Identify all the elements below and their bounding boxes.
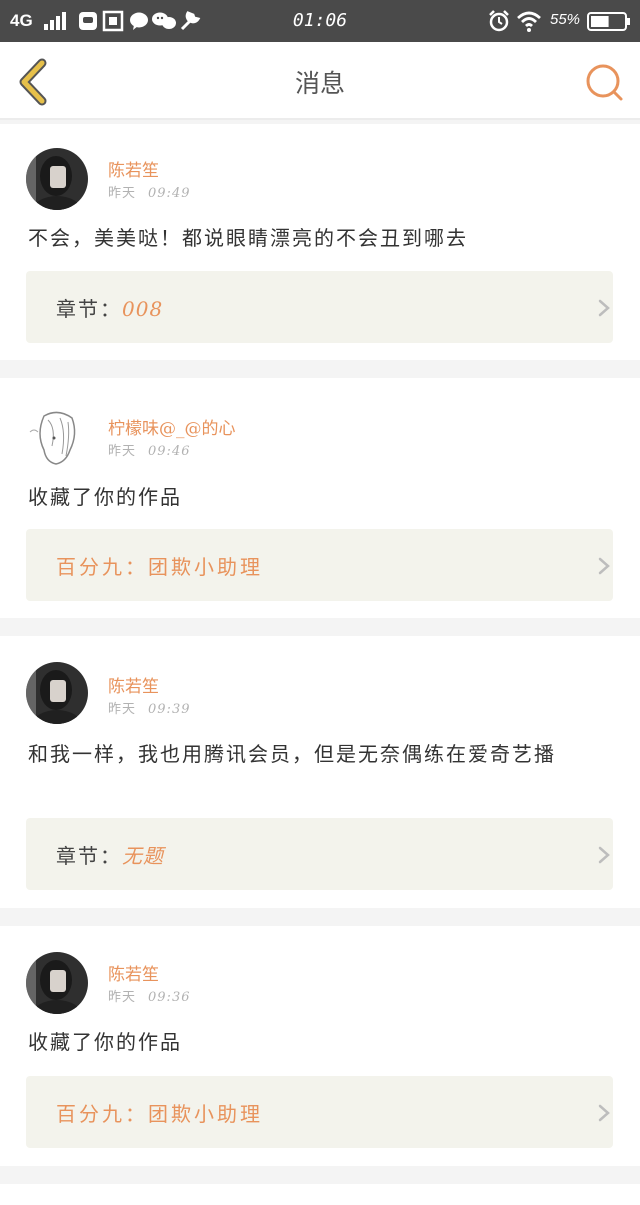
chapter-label-text: 章节： <box>56 844 122 868</box>
work-title: 百分九：团欺小助理 <box>56 555 263 579</box>
message-day: 昨天 <box>108 186 137 201</box>
chapter-link[interactable]: 章节：无题 <box>26 818 613 890</box>
divider <box>0 1166 640 1184</box>
battery-icon <box>587 12 630 31</box>
username[interactable]: 陈若笙 <box>108 672 159 697</box>
chapter-label: 章节：无题 <box>56 840 164 869</box>
message-time: 09:49 <box>148 186 191 201</box>
work-link[interactable]: 百分九：团欺小助理 <box>26 1076 613 1148</box>
message-time: 09:39 <box>148 702 191 717</box>
avatar[interactable] <box>26 662 88 724</box>
back-arrow-icon[interactable] <box>16 58 50 106</box>
chapter-value: 无题 <box>122 844 164 868</box>
username[interactable]: 柠檬味@_@的心 <box>108 414 236 439</box>
clock-time: 01:06 <box>292 10 348 31</box>
message-timestamp: 昨天 09:39 <box>108 698 190 717</box>
message-card: 柠檬味@_@的心 昨天 09:46 收藏了你的作品 百分九：团欺小助理 <box>0 378 640 618</box>
page-title: 消息 <box>294 69 345 98</box>
chevron-right-icon <box>598 846 610 864</box>
message-timestamp: 昨天 09:46 <box>108 440 190 459</box>
message-text: 收藏了你的作品 <box>28 1030 182 1054</box>
username[interactable]: 陈若笙 <box>108 960 159 985</box>
chapter-label: 章节：008 <box>56 293 163 322</box>
message-card: 陈若笙 昨天 09:49 不会，美美哒！都说眼睛漂亮的不会丑到哪去 章节：008 <box>0 124 640 360</box>
username[interactable]: 陈若笙 <box>108 156 159 181</box>
chapter-link[interactable]: 章节：008 <box>26 271 613 343</box>
chapter-label-text: 章节： <box>56 297 122 321</box>
divider <box>0 908 640 926</box>
status-bar: 4G 01:06 55% <box>0 0 640 42</box>
wifi-icon <box>517 11 541 32</box>
work-title: 百分九：团欺小助理 <box>56 1102 263 1126</box>
message-time: 09:36 <box>148 990 191 1005</box>
message-card: 陈若笙 昨天 09:36 收藏了你的作品 百分九：团欺小助理 <box>0 926 640 1166</box>
avatar[interactable] <box>26 952 88 1014</box>
message-timestamp: 昨天 09:49 <box>108 182 190 201</box>
nav-bar: 消息 <box>0 42 640 120</box>
alarm-icon <box>489 10 509 32</box>
avatar[interactable] <box>26 406 88 468</box>
chevron-right-icon <box>598 1104 610 1122</box>
message-time: 09:46 <box>148 444 191 459</box>
message-text: 不会，美美哒！都说眼睛漂亮的不会丑到哪去 <box>28 226 468 250</box>
message-day: 昨天 <box>108 990 137 1005</box>
divider <box>0 618 640 636</box>
message-card: 陈若笙 昨天 09:39 和我一样，我也用腾讯会员，但是无奈偶练在爱奇艺播 章节：… <box>0 636 640 908</box>
chevron-right-icon <box>598 299 610 317</box>
message-text: 收藏了你的作品 <box>28 485 182 509</box>
message-timestamp: 昨天 09:36 <box>108 986 190 1005</box>
chapter-value: 008 <box>122 297 164 321</box>
chevron-right-icon <box>598 557 610 575</box>
search-icon[interactable] <box>584 62 624 102</box>
divider <box>0 360 640 378</box>
battery-percent: 55% <box>550 11 581 28</box>
message-text: 和我一样，我也用腾讯会员，但是无奈偶练在爱奇艺播 <box>28 742 556 766</box>
work-link[interactable]: 百分九：团欺小助理 <box>26 529 613 601</box>
avatar[interactable] <box>26 148 88 210</box>
message-day: 昨天 <box>108 702 137 717</box>
message-day: 昨天 <box>108 444 137 459</box>
